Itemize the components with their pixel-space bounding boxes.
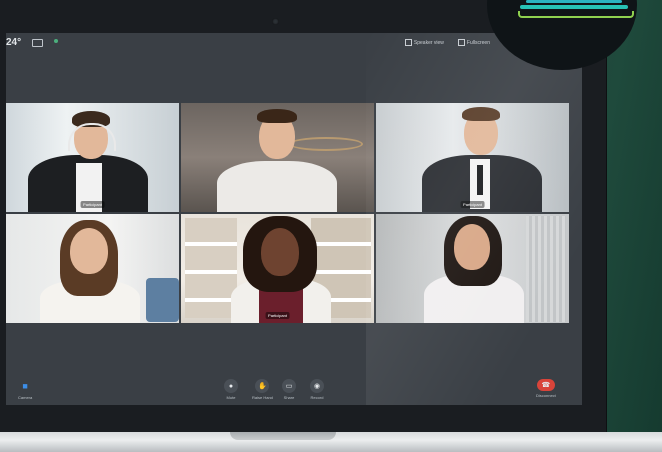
camera-icon: ■ — [22, 381, 28, 391]
participant-tile[interactable]: Participant — [181, 214, 374, 323]
bookshelf — [185, 218, 237, 318]
participant-name: Participant — [460, 201, 485, 208]
fullscreen-label: Fullscreen — [466, 39, 490, 46]
mute-label: Mute — [226, 395, 236, 400]
mute-button[interactable]: ● Mute — [224, 379, 238, 400]
participant-head — [454, 224, 490, 270]
share-screen-icon: ▭ — [282, 379, 296, 393]
logo-layer — [520, 5, 628, 9]
video-call-screen: 24° Speaker view Fullscreen Participant — [6, 33, 582, 405]
ceiling-lamp — [289, 137, 363, 151]
raise-hand-button[interactable]: ✋ Raise Hand — [252, 379, 273, 400]
chair — [146, 278, 179, 322]
participant-tile[interactable]: Participant — [376, 103, 569, 212]
participant-head — [70, 228, 108, 274]
clock: 24° — [6, 37, 22, 48]
speaker-view-label: Speaker view — [413, 39, 444, 46]
participant-grid: Participant Participant Participant — [6, 103, 569, 323]
record-label: Record — [310, 395, 324, 400]
fullscreen-button[interactable]: Fullscreen — [457, 39, 490, 46]
share-button[interactable]: ▭ Share — [282, 379, 296, 400]
disconnect-button[interactable]: ☎ Disconnect — [536, 379, 556, 398]
camera-label: Camera — [18, 395, 33, 400]
camera-button[interactable]: ■ Camera — [18, 379, 32, 400]
tie — [477, 165, 483, 195]
participant-tile[interactable]: Participant — [6, 103, 179, 212]
webcam-icon — [272, 18, 279, 25]
laptop-bezel: 24° Speaker view Fullscreen Participant — [0, 0, 606, 432]
speaker-view-button[interactable]: Speaker view — [404, 39, 444, 46]
hand-icon: ✋ — [255, 379, 270, 393]
participant-name: Participant — [265, 312, 290, 319]
window-blinds — [526, 216, 566, 322]
record-button[interactable]: ◉ Record — [310, 379, 324, 400]
hang-up-icon: ☎ — [536, 379, 555, 391]
share-label: Share — [283, 395, 295, 400]
connection-status — [54, 39, 61, 43]
participant-hair — [257, 109, 297, 123]
fullscreen-icon — [457, 39, 465, 46]
grid-view-icon[interactable] — [32, 39, 43, 47]
participant-hair — [462, 107, 500, 121]
raise-hand-label: Raise Hand — [252, 395, 273, 400]
participant-head — [261, 228, 299, 276]
speaker-view-icon — [404, 39, 412, 46]
connection-dot-icon — [54, 39, 58, 43]
participant-tile[interactable] — [181, 103, 374, 212]
participant-tile[interactable] — [6, 214, 179, 323]
record-icon: ◉ — [310, 379, 324, 393]
call-controls: ■ Camera ● Mute ✋ Raise Hand ▭ Share ◉ R… — [6, 373, 582, 405]
participant-name: Participant — [80, 201, 105, 208]
participant-body — [217, 161, 337, 212]
disconnect-label: Disconnect — [536, 393, 556, 398]
logo-layer — [526, 0, 622, 3]
headset-icon — [68, 123, 116, 151]
laptop-hinge-notch — [230, 432, 336, 440]
microphone-icon: ● — [224, 379, 238, 393]
participant-tile[interactable] — [376, 214, 569, 323]
logo-layer — [518, 11, 634, 18]
top-right-actions: Speaker view Fullscreen — [404, 39, 490, 46]
